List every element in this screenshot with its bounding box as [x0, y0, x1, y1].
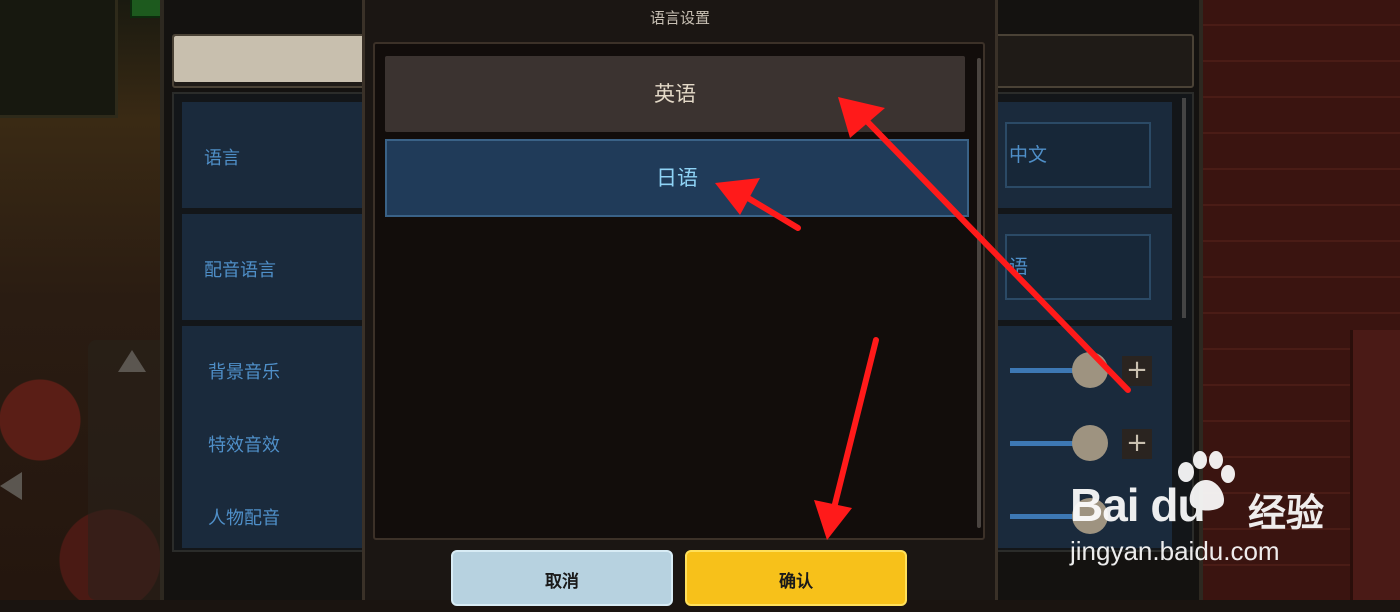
status-indicator	[130, 0, 164, 18]
dpad-left-icon[interactable]	[0, 472, 22, 500]
language-option-english[interactable]: 英语	[385, 56, 965, 132]
watermark-url: jingyan.baidu.com	[1070, 536, 1280, 566]
dpad-up-icon[interactable]	[118, 350, 146, 372]
modal-scrollbar[interactable]	[977, 58, 981, 528]
language-option-japanese[interactable]: 日语	[385, 139, 969, 217]
tab-active[interactable]	[174, 36, 364, 82]
virtual-dpad[interactable]	[88, 340, 168, 600]
setting-label-voice: 人物配音	[208, 508, 280, 529]
game-scene-left	[0, 0, 168, 600]
watermark-cn: 经验	[1248, 491, 1325, 535]
language-option-list: 英语 日语	[373, 42, 985, 540]
minimap-panel	[0, 0, 164, 118]
voice-language-value-box[interactable]: 语	[1005, 234, 1151, 300]
cancel-button[interactable]: 取消	[451, 550, 673, 606]
settings-scrollbar[interactable]	[1182, 98, 1186, 318]
language-value-box[interactable]: 中文	[1005, 122, 1151, 188]
language-settings-modal: 语言设置 英语 日语 取消 确认	[362, 0, 998, 606]
baidu-jingyan-watermark: Bai du 经验 jingyan.baidu.com	[1040, 448, 1390, 578]
setting-label-voice-language: 配音语言	[204, 260, 276, 281]
modal-title: 语言设置	[649, 9, 710, 27]
watermark-brand: Bai du	[1070, 479, 1206, 531]
bgm-plus-icon[interactable]: +	[1122, 356, 1152, 386]
setting-label-bgm: 背景音乐	[208, 362, 280, 383]
setting-label-sfx: 特效音效	[208, 435, 280, 456]
bgm-slider-knob[interactable]	[1072, 352, 1108, 388]
confirm-button[interactable]: 确认	[685, 550, 907, 606]
setting-label-language: 语言	[204, 148, 240, 169]
